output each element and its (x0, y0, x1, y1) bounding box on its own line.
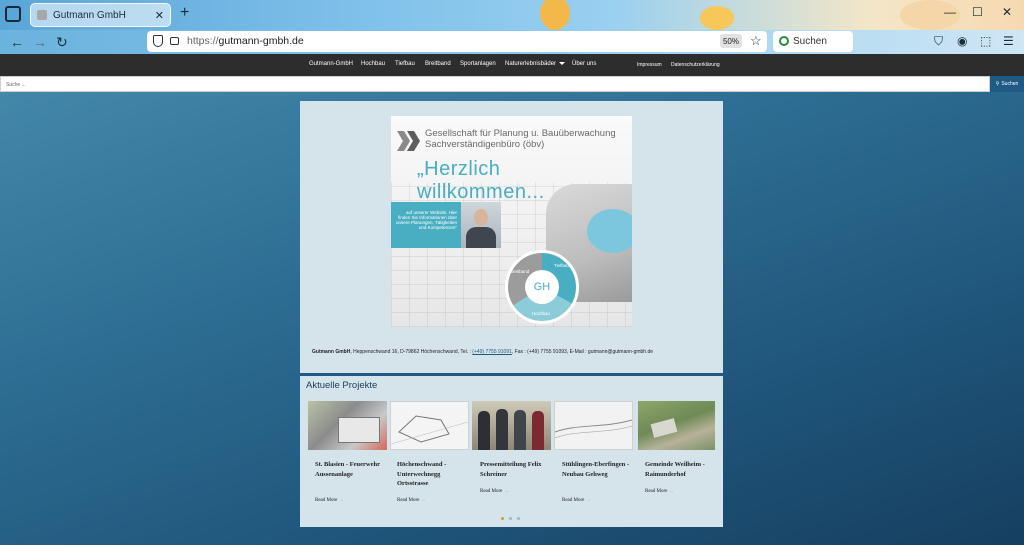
window-close-icon[interactable]: ✕ (1002, 5, 1012, 19)
browser-tab[interactable]: Gutmann GmbH ✕ (30, 3, 171, 27)
tab-title: Gutmann GmbH (53, 9, 126, 21)
menu-icon[interactable]: ☰ (1003, 34, 1014, 48)
tab-list-icon[interactable] (5, 6, 21, 22)
project-image[interactable] (554, 401, 633, 450)
projects-panel: Aktuelle Projekte St. Blasien - Feuerweh… (300, 373, 723, 527)
browser-search-box[interactable]: Suchen (773, 31, 853, 52)
company-logo: GH (525, 270, 559, 304)
forward-icon[interactable]: → (33, 34, 47, 50)
chevron-down-icon (559, 61, 566, 65)
project-title[interactable]: Gemeinde Weilheim - Raimunderhof (645, 460, 713, 479)
welcome-panel: Gesellschaft für Planung u. Bauüberwachu… (300, 101, 723, 373)
carousel-dot[interactable] (509, 517, 512, 520)
contact-rest: , Fax : (+49) 7755 91093, E-Mail : gutma… (511, 349, 654, 355)
arrow-right-icon: → (585, 498, 591, 503)
project-image[interactable] (390, 401, 469, 450)
carousel-pagination (501, 517, 520, 520)
nav-item-breitband[interactable]: Breitband (425, 61, 451, 67)
project-title[interactable]: Stühlingen-Eberfingen - Neubau Gehweg (562, 460, 630, 479)
nav-item-naturerlebnisbaeder[interactable]: Naturerlebnisbäder (505, 61, 566, 67)
welcome-banner-image: Gesellschaft für Planung u. Bauüberwachu… (391, 116, 632, 327)
reload-icon[interactable]: ↻ (56, 34, 68, 51)
read-more-link[interactable]: Read More → (480, 489, 509, 494)
extensions-icon[interactable]: ⬚ (980, 34, 991, 48)
nav-item-ueber-uns[interactable]: Über uns (572, 61, 596, 67)
arrow-right-icon: → (668, 489, 674, 494)
new-tab-icon[interactable]: + (180, 4, 189, 22)
welcome-info-box: auf unserer Website. Hier finden Sie Inf… (391, 202, 461, 248)
nav-item-tiefbau[interactable]: Tiefbau (395, 61, 415, 67)
theme-decoration (700, 6, 734, 30)
ring-label-breitband: Breitband (510, 269, 530, 274)
carousel-dot[interactable] (501, 517, 504, 520)
pocket-icon[interactable]: ⛉ (934, 34, 943, 49)
theme-decoration (540, 0, 570, 30)
carousel-dot[interactable] (517, 517, 520, 520)
minimize-icon[interactable]: — (944, 5, 956, 19)
contact-phone-link[interactable]: (+49) 7755 91091 (472, 349, 512, 355)
search-engine-icon (779, 36, 789, 46)
nav-item-datenschutz[interactable]: Datenschutzerklärung (671, 62, 720, 68)
project-title[interactable]: Höchenschwand - Unterwechnegg Ortsstrass… (397, 460, 465, 489)
nav-item-gutmann[interactable]: Gutmann-GmbH (309, 61, 353, 67)
site-navigation: Gutmann-GmbH Hochbau Tiefbau Breitband S… (0, 54, 1024, 76)
search-icon: ⚲ (995, 81, 1000, 87)
close-tab-icon[interactable]: ✕ (155, 9, 164, 22)
read-more-link[interactable]: Read More → (645, 489, 674, 494)
site-search-input[interactable]: Suche ... (0, 76, 990, 92)
url-text: https://gutmann-gmbh.de (187, 35, 304, 47)
projects-heading: Aktuelle Projekte (306, 380, 378, 391)
read-more-link[interactable]: Read More → (562, 498, 591, 503)
read-more-link[interactable]: Read More → (315, 498, 344, 503)
arrow-right-icon: → (420, 498, 426, 503)
ring-label-hochbau: Hochbau (532, 311, 551, 316)
account-icon[interactable]: ◉ (957, 34, 967, 48)
zoom-level-badge[interactable]: 50% (720, 34, 742, 48)
portrait-photo (461, 202, 501, 248)
company-logo-ring: Tiefbau Hochbau Breitband GH (505, 250, 579, 324)
arrow-right-icon: → (503, 489, 509, 494)
site-favicon-icon (37, 10, 47, 20)
project-title[interactable]: St. Blasien - Feuerwehr Aussenanlage (315, 460, 383, 479)
nav-item-sportanlagen[interactable]: Sportanlagen (460, 61, 496, 67)
site-search-button-label: Suchen (1001, 81, 1019, 87)
lock-icon[interactable] (170, 37, 179, 45)
arrow-right-icon: → (338, 498, 344, 503)
project-image[interactable] (472, 401, 551, 450)
photo-helmet (587, 209, 632, 253)
contact-line: Gutmann GmbH, Heppenschwand 16, D-79862 … (312, 349, 712, 355)
project-title[interactable]: Pressemitteilung Felix Schreiner (480, 460, 548, 479)
project-image[interactable] (308, 401, 387, 450)
contact-address: , Heppenschwand 16, D-79862 Höchenschwan… (350, 349, 473, 355)
tracking-shield-icon[interactable] (153, 35, 163, 47)
logo-chevron-icon (397, 131, 420, 151)
address-bar[interactable]: https://gutmann-gmbh.de (147, 31, 767, 52)
road-plan-drawing (554, 419, 633, 439)
bookmark-star-icon[interactable]: ☆ (750, 33, 762, 49)
nav-item-hochbau[interactable]: Hochbau (361, 61, 385, 67)
site-search-button[interactable]: ⚲ Suchen (990, 76, 1024, 92)
nav-item-impressum[interactable]: Impressum (637, 62, 662, 68)
site-plan-drawing (390, 415, 469, 445)
company-tagline: Gesellschaft für Planung u. Bauüberwachu… (425, 128, 616, 150)
contact-company: Gutmann GmbH (312, 349, 351, 355)
back-icon[interactable]: ← (10, 34, 24, 50)
maximize-icon[interactable]: ☐ (972, 5, 983, 19)
read-more-link[interactable]: Read More → (397, 498, 426, 503)
ring-label-tiefbau: Tiefbau (554, 263, 569, 268)
browser-search-placeholder: Suchen (793, 36, 827, 47)
project-image[interactable] (638, 401, 715, 450)
